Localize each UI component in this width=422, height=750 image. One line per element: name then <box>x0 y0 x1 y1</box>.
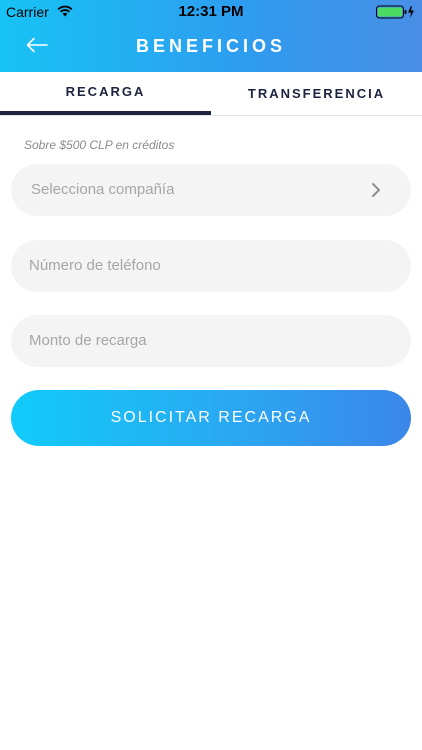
page-title: BENEFICIOS <box>135 36 286 56</box>
tab-recarga[interactable]: RECARGA <box>0 72 211 116</box>
clock: 12:31 PM <box>178 3 244 20</box>
tab-bar: RECARGA TRANSFERENCIA <box>0 72 422 116</box>
active-tab-indicator <box>0 111 211 115</box>
request-recharge-button[interactable]: SOLICITAR RECARGA <box>11 390 411 446</box>
company-select[interactable]: Selecciona compañía <box>11 164 411 216</box>
phone-number-field[interactable]: Número de teléfono <box>11 240 411 292</box>
recharge-amount-placeholder: Monto de recarga <box>29 332 147 349</box>
header-bar: Carrier 12:31 PM BENEFICIOS <box>0 0 422 72</box>
tab-transferencia[interactable]: TRANSFERENCIA <box>211 72 422 116</box>
recharge-amount-field[interactable]: Monto de recarga <box>11 315 411 367</box>
status-bar: Carrier 12:31 PM <box>0 0 422 24</box>
company-select-placeholder: Selecciona compañía <box>31 181 175 198</box>
battery-icon <box>376 5 414 19</box>
phone-number-placeholder: Número de teléfono <box>29 257 161 274</box>
chevron-right-icon <box>372 183 380 197</box>
credit-note: Sobre $500 CLP en créditos <box>24 138 175 152</box>
